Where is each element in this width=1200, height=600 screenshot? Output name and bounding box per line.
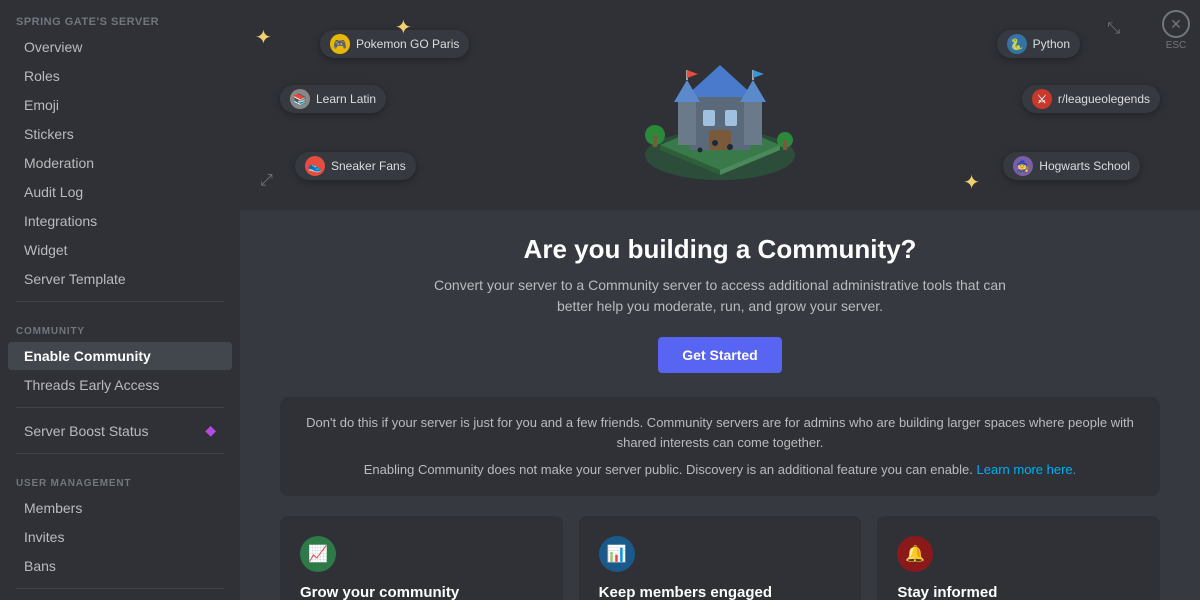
feature-card-informed: 🔔 Stay informed Get direct updates about… <box>877 516 1160 600</box>
feature-card-grow: 📈 Grow your community Apply to be in Ser… <box>280 516 563 600</box>
expand-icon-bottomleft: ⤢ <box>260 172 273 190</box>
sidebar-item-roles[interactable]: Roles <box>8 62 232 90</box>
divider-delete <box>16 588 224 589</box>
page-title: Are you building a Community? <box>280 234 1160 265</box>
sidebar-item-moderation[interactable]: Moderation <box>8 149 232 177</box>
sidebar-item-invites[interactable]: Invites <box>8 523 232 551</box>
sidebar-item-members[interactable]: Members <box>8 494 232 522</box>
sidebar-item-integrations[interactable]: Integrations <box>8 207 232 235</box>
feature-cards: 📈 Grow your community Apply to be in Ser… <box>280 516 1160 600</box>
get-started-button[interactable]: Get Started <box>658 337 781 373</box>
sidebar: Spring Gate's Server Overview Roles Emoj… <box>0 0 240 600</box>
chip-python-icon: 🐍 <box>1007 34 1027 54</box>
sidebar-item-emoji[interactable]: Emoji <box>8 91 232 119</box>
chip-hogwarts-icon: 🧙 <box>1013 156 1033 176</box>
informed-icon: 🔔 <box>897 536 933 572</box>
chip-sneaker-fans: 👟 Sneaker Fans <box>295 152 416 180</box>
grow-icon: 📈 <box>300 536 336 572</box>
sidebar-item-stickers[interactable]: Stickers <box>8 120 232 148</box>
sidebar-item-server-template[interactable]: Server Template <box>8 265 232 293</box>
divider-community <box>16 301 224 302</box>
notice-box: Don't do this if your server is just for… <box>280 397 1160 496</box>
divider-boost <box>16 407 224 408</box>
sparkle-icon-2: ✦ <box>395 15 412 40</box>
notice-text-1: Don't do this if your server is just for… <box>300 413 1140 452</box>
main-content: 🎮 Pokemon GO Paris 🐍 Python 📚 Learn Lati… <box>240 0 1200 600</box>
sparkle-icon-3: ✦ <box>963 170 980 195</box>
section-community: COMMUNITY <box>0 310 240 341</box>
esc-circle: ✕ <box>1162 10 1190 38</box>
feature-card-engaged: 📊 Keep members engaged Access tools like… <box>579 516 862 600</box>
chip-learn-latin: 📚 Learn Latin <box>280 85 386 113</box>
server-name: Spring Gate's Server <box>0 10 240 32</box>
chip-hogwarts: 🧙 Hogwarts School <box>1003 152 1140 180</box>
expand-icon-topright: ⤡ <box>1107 20 1120 38</box>
boost-icon: ◆ <box>205 422 216 439</box>
sidebar-item-bans[interactable]: Bans <box>8 552 232 580</box>
chip-pokemon-icon: 🎮 <box>330 34 350 54</box>
chip-python: 🐍 Python <box>997 30 1080 58</box>
chip-rleague-icon: ⚔ <box>1032 89 1052 109</box>
chip-rleague: ⚔ r/leagueolegends <box>1022 85 1160 113</box>
learn-more-link[interactable]: Learn more here. <box>977 462 1077 477</box>
section-user-management: USER MANAGEMENT <box>0 462 240 493</box>
esc-label: ESC <box>1166 40 1187 51</box>
hero-section: 🎮 Pokemon GO Paris 🐍 Python 📚 Learn Lati… <box>240 0 1200 210</box>
content-area: Are you building a Community? Convert yo… <box>240 210 1200 600</box>
engaged-icon: 📊 <box>599 536 635 572</box>
esc-button[interactable]: ✕ ESC <box>1162 10 1190 51</box>
sparkle-icon-1: ✦ <box>255 25 272 50</box>
page-subtitle: Convert your server to a Community serve… <box>420 275 1020 317</box>
sidebar-item-server-boost[interactable]: Server Boost Status ◆ <box>8 416 232 445</box>
sidebar-item-audit-log[interactable]: Audit Log <box>8 178 232 206</box>
notice-text-2: Enabling Community does not make your se… <box>300 460 1140 480</box>
sidebar-item-enable-community[interactable]: Enable Community <box>8 342 232 370</box>
informed-title: Stay informed <box>897 584 1140 600</box>
sidebar-item-threads-early-access[interactable]: Threads Early Access <box>8 371 232 399</box>
engaged-title: Keep members engaged <box>599 584 842 600</box>
sidebar-item-overview[interactable]: Overview <box>8 33 232 61</box>
chip-sneaker-icon: 👟 <box>305 156 325 176</box>
divider-user <box>16 453 224 454</box>
sidebar-item-widget[interactable]: Widget <box>8 236 232 264</box>
castle-illustration <box>620 15 820 195</box>
chip-latin-icon: 📚 <box>290 89 310 109</box>
grow-title: Grow your community <box>300 584 543 600</box>
